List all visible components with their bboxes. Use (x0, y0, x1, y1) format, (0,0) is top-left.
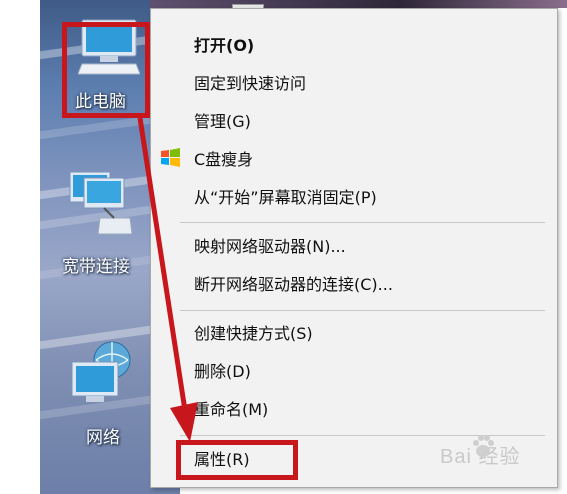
annotation-arrow-icon (137, 117, 198, 442)
baidu-paw-icon (470, 434, 496, 464)
